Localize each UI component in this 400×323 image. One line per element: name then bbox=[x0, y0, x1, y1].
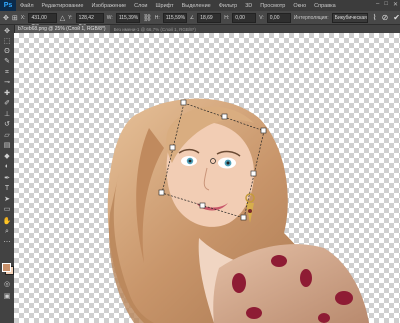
h-label: H: bbox=[154, 14, 160, 21]
document-tab-bar: b7ceb68.png @ 25% (Слой 1, RGB/8*) Без и… bbox=[14, 25, 400, 33]
commit-transform-icon[interactable]: ✔ bbox=[393, 13, 400, 22]
quick-mask-icon[interactable]: ◎ bbox=[2, 281, 12, 289]
angle-field[interactable]: 18,69 bbox=[197, 12, 222, 23]
type-tool-icon[interactable]: T bbox=[2, 185, 12, 193]
close-button[interactable]: ✕ bbox=[393, 1, 398, 8]
maximize-button[interactable]: □ bbox=[384, 1, 388, 8]
foreground-color-swatch[interactable] bbox=[2, 263, 11, 272]
document-tab-active[interactable]: b7ceb68.png @ 25% (Слой 1, RGB/8*) bbox=[14, 25, 110, 33]
menu-image[interactable]: Изображение bbox=[87, 3, 130, 9]
options-bar: ✥ ⊞ X: 431,00 пкс △ Y: 128,42 пкс W: 115… bbox=[0, 11, 400, 29]
cancel-transform-icon[interactable]: ⊘ bbox=[382, 13, 389, 22]
interpolation-select[interactable]: Бикубическая bbox=[331, 12, 368, 23]
h-skew-label: H: bbox=[224, 14, 230, 21]
eyedropper-icon[interactable]: ⊸ bbox=[2, 79, 12, 87]
menu-window[interactable]: Окно bbox=[289, 3, 310, 9]
interpolation-label: Интерполяция: bbox=[293, 14, 329, 21]
y-label: Y: bbox=[68, 14, 73, 21]
menu-bar: Ps Файл Редактирование Изображение Слои … bbox=[0, 0, 400, 11]
hand-tool-icon[interactable]: ✋ bbox=[2, 218, 12, 226]
menu-view[interactable]: Просмотр bbox=[256, 3, 289, 9]
move-tool-icon[interactable]: ✥ bbox=[2, 28, 12, 36]
x-field[interactable]: 431,00 пкс bbox=[28, 12, 57, 29]
document-tab-inactive[interactable]: Без имени-1 @ 66,7% (Слой 1, RGB/8*) bbox=[110, 27, 196, 32]
minimize-button[interactable]: – bbox=[376, 1, 379, 8]
zoom-tool-icon[interactable]: ⌕ bbox=[2, 228, 12, 236]
menu-file[interactable]: Файл bbox=[16, 3, 38, 9]
menu-layers[interactable]: Слои bbox=[130, 3, 151, 9]
photoshop-logo: Ps bbox=[0, 0, 16, 11]
menu-edit[interactable]: Редактирование bbox=[38, 3, 88, 9]
healing-brush-icon[interactable]: ✚ bbox=[2, 90, 12, 98]
height-field[interactable]: 115,59% bbox=[162, 12, 187, 23]
width-field[interactable]: 115,39% bbox=[115, 12, 140, 23]
v-skew-field[interactable]: 0,00 bbox=[266, 12, 291, 23]
reference-point-icon[interactable]: ⊞ bbox=[12, 14, 18, 22]
pen-tool-icon[interactable]: ✒ bbox=[2, 175, 12, 183]
menu-filter[interactable]: Фильтр bbox=[215, 3, 241, 9]
quick-select-icon[interactable]: ✎ bbox=[2, 58, 12, 66]
clone-stamp-icon[interactable]: ⊥ bbox=[2, 111, 12, 119]
tools-panel: ✥ ⬚ ʘ ✎ ⌗ ⊸ ✚ ✐ ⊥ ↺ ▱ ▤ ◆ ◐ ✒ T ➤ ▭ ✋ ⌕ … bbox=[0, 25, 15, 323]
menu-select[interactable]: Выделение bbox=[178, 3, 215, 9]
angle-label: ∠ bbox=[189, 14, 195, 21]
menu-3d[interactable]: 3D bbox=[241, 3, 256, 9]
eraser-icon[interactable]: ▱ bbox=[2, 132, 12, 140]
more-tools-icon[interactable]: ⋯ bbox=[2, 239, 12, 247]
window-controls: – □ ✕ bbox=[376, 1, 398, 8]
delta-icon[interactable]: △ bbox=[60, 14, 65, 22]
crop-tool-icon[interactable]: ⌗ bbox=[2, 69, 12, 77]
artwork-image bbox=[107, 98, 369, 323]
dodge-tool-icon[interactable]: ◐ bbox=[2, 163, 12, 171]
brush-tool-icon[interactable]: ✐ bbox=[2, 100, 12, 108]
w-label: W: bbox=[106, 14, 113, 21]
link-icon[interactable]: ⛓ bbox=[143, 14, 152, 22]
menu-type[interactable]: Шрифт bbox=[151, 3, 177, 9]
document-canvas[interactable] bbox=[14, 33, 400, 323]
marquee-tool-icon[interactable]: ⬚ bbox=[2, 38, 12, 46]
lasso-tool-icon[interactable]: ʘ bbox=[2, 48, 12, 56]
history-brush-icon[interactable]: ↺ bbox=[2, 121, 12, 129]
move-tool-icon: ✥ bbox=[3, 14, 9, 22]
v-skew-label: V: bbox=[259, 14, 264, 21]
menu-help[interactable]: Справка bbox=[310, 3, 340, 9]
x-label: X: bbox=[20, 14, 26, 21]
gradient-tool-icon[interactable]: ▤ bbox=[2, 142, 12, 150]
path-select-icon[interactable]: ➤ bbox=[2, 196, 12, 204]
warp-icon[interactable]: ⌇ bbox=[373, 13, 377, 22]
h-skew-field[interactable]: 0,00 bbox=[232, 12, 257, 23]
blur-tool-icon[interactable]: ◆ bbox=[2, 153, 12, 161]
screen-mode-icon[interactable]: ▣ bbox=[2, 293, 12, 301]
y-field[interactable]: 128,42 пкс bbox=[75, 12, 104, 29]
shape-tool-icon[interactable]: ▭ bbox=[2, 206, 12, 214]
